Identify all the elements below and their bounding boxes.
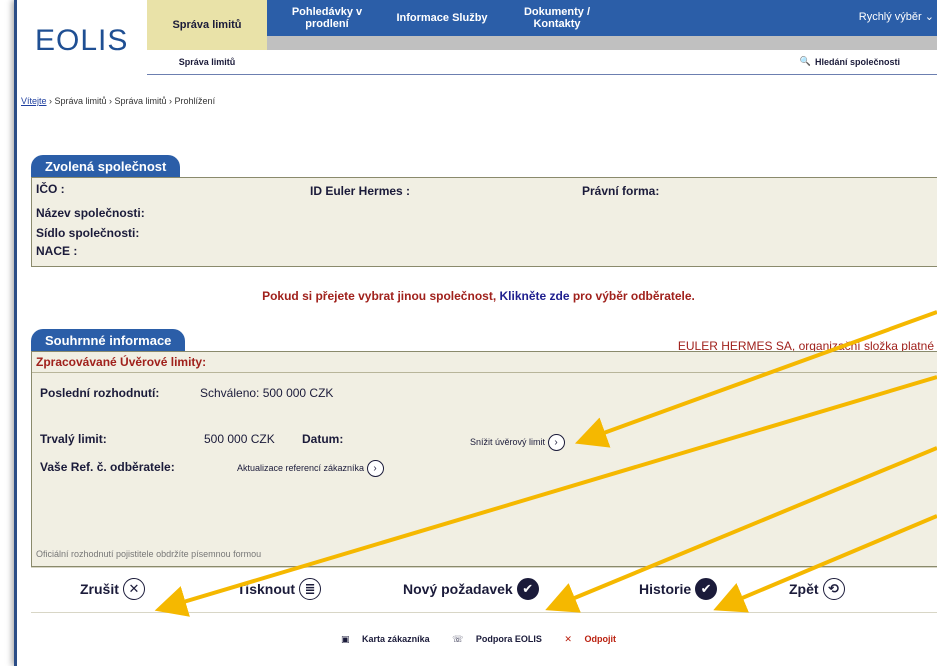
arrow-right-icon: ›: [547, 434, 565, 451]
official-decision-note: Oficiální rozhodnutí pojistitele obdržít…: [36, 549, 262, 559]
summary-panel-tab: Souhrnné informace: [31, 329, 186, 351]
breadcrumb: Vítejte › Správa limitů › Správa limitů …: [21, 96, 215, 106]
footer-links: ▣ Karta zákazníka ☏ Podpora EOLIS ✕ Odpo…: [17, 634, 937, 645]
tab-dokumenty[interactable]: Dokumenty / Kontakty: [502, 0, 612, 36]
company-panel-tab: Zvolená společnost: [31, 155, 181, 177]
close-icon: ✕: [564, 634, 572, 644]
last-decision-value: Schváleno: 500 000 CZK: [200, 386, 334, 400]
tab-informace[interactable]: Informace Služby: [392, 0, 492, 36]
reference-label: Vaše Ref. č. odběratele:: [40, 460, 175, 474]
nace-label: NACE :: [36, 244, 78, 258]
search-icon: 🔍: [799, 56, 811, 66]
checkmark-icon: ✔: [695, 578, 718, 600]
change-company-notice: Pokud si přejete vybrat jinou společnost…: [262, 289, 695, 303]
summary-panel: Zpracovávané Úvěrové limity: Poslední ro…: [31, 351, 937, 567]
subtab-sprava-limitu[interactable]: Správa limitů: [147, 50, 267, 74]
date-label: Datum:: [302, 432, 344, 446]
checkmark-icon: ✔: [516, 578, 539, 600]
company-name-label: Název společnosti:: [36, 206, 145, 220]
tab-sprava-limitu[interactable]: Správa limitů: [147, 0, 267, 50]
eolis-logo: EOLIS: [35, 24, 129, 57]
company-seat-label: Sídlo společnosti:: [36, 226, 140, 240]
quick-select[interactable]: Rychlý výběr ⌄: [859, 10, 934, 23]
eh-id-label: ID Euler Hermes :: [310, 184, 411, 198]
new-request-button[interactable]: Nový požadavek ✔: [403, 578, 539, 600]
company-search-link[interactable]: 🔍 Hledání společnosti: [800, 56, 900, 67]
last-decision-label: Poslední rozhodnutí:: [40, 386, 160, 400]
chevron-down-icon: ⌄: [924, 11, 934, 23]
permanent-limit-label: Trvalý limit:: [40, 432, 107, 446]
back-button[interactable]: Zpět ⟲: [789, 578, 845, 600]
company-panel: IČO : ID Euler Hermes : Právní forma: Ná…: [31, 177, 937, 267]
customer-card-link[interactable]: ▣ Karta zákazníka: [336, 634, 435, 644]
top-navigation: Správa limitů Pohledávky v prodlení Info…: [147, 0, 937, 50]
update-reference-link[interactable]: Aktualizace referencí zákazníka ›: [237, 460, 384, 477]
back-icon: ⟲: [822, 578, 845, 600]
history-button[interactable]: Historie ✔: [639, 578, 718, 600]
tab-pohledavky[interactable]: Pohledávky v prodlení: [272, 0, 382, 36]
processed-limits-title: Zpracovávané Úvěrové limity:: [36, 355, 207, 369]
breadcrumb-home[interactable]: Vítejte: [21, 96, 47, 106]
sub-navigation: Správa limitů 🔍 Hledání společnosti: [147, 50, 937, 75]
cancel-button[interactable]: Zrušit ✕: [80, 578, 145, 600]
ico-label: IČO :: [36, 182, 65, 196]
click-here-link[interactable]: Klikněte zde: [499, 289, 569, 303]
support-link[interactable]: ☏ Podpora EOLIS: [447, 634, 547, 644]
app-window: EOLIS Správa limitů Pohledávky v prodlen…: [14, 0, 937, 666]
print-button[interactable]: Tisknout ≣: [237, 578, 322, 600]
arrow-right-icon: ›: [366, 460, 384, 477]
reduce-limit-link[interactable]: Snížit úvěrový limit ›: [470, 434, 565, 451]
close-icon: ✕: [122, 578, 145, 600]
breadcrumb-path: › Správa limitů › Správa limitů › Prohlí…: [46, 96, 216, 106]
logout-link[interactable]: ✕ Odpojit: [559, 634, 621, 644]
print-icon: ≣: [299, 578, 322, 600]
permanent-limit-value: 500 000 CZK: [204, 432, 275, 446]
card-icon: ▣: [341, 634, 350, 644]
phone-icon: ☏: [452, 634, 464, 644]
legal-form-label: Právní forma:: [582, 184, 660, 198]
